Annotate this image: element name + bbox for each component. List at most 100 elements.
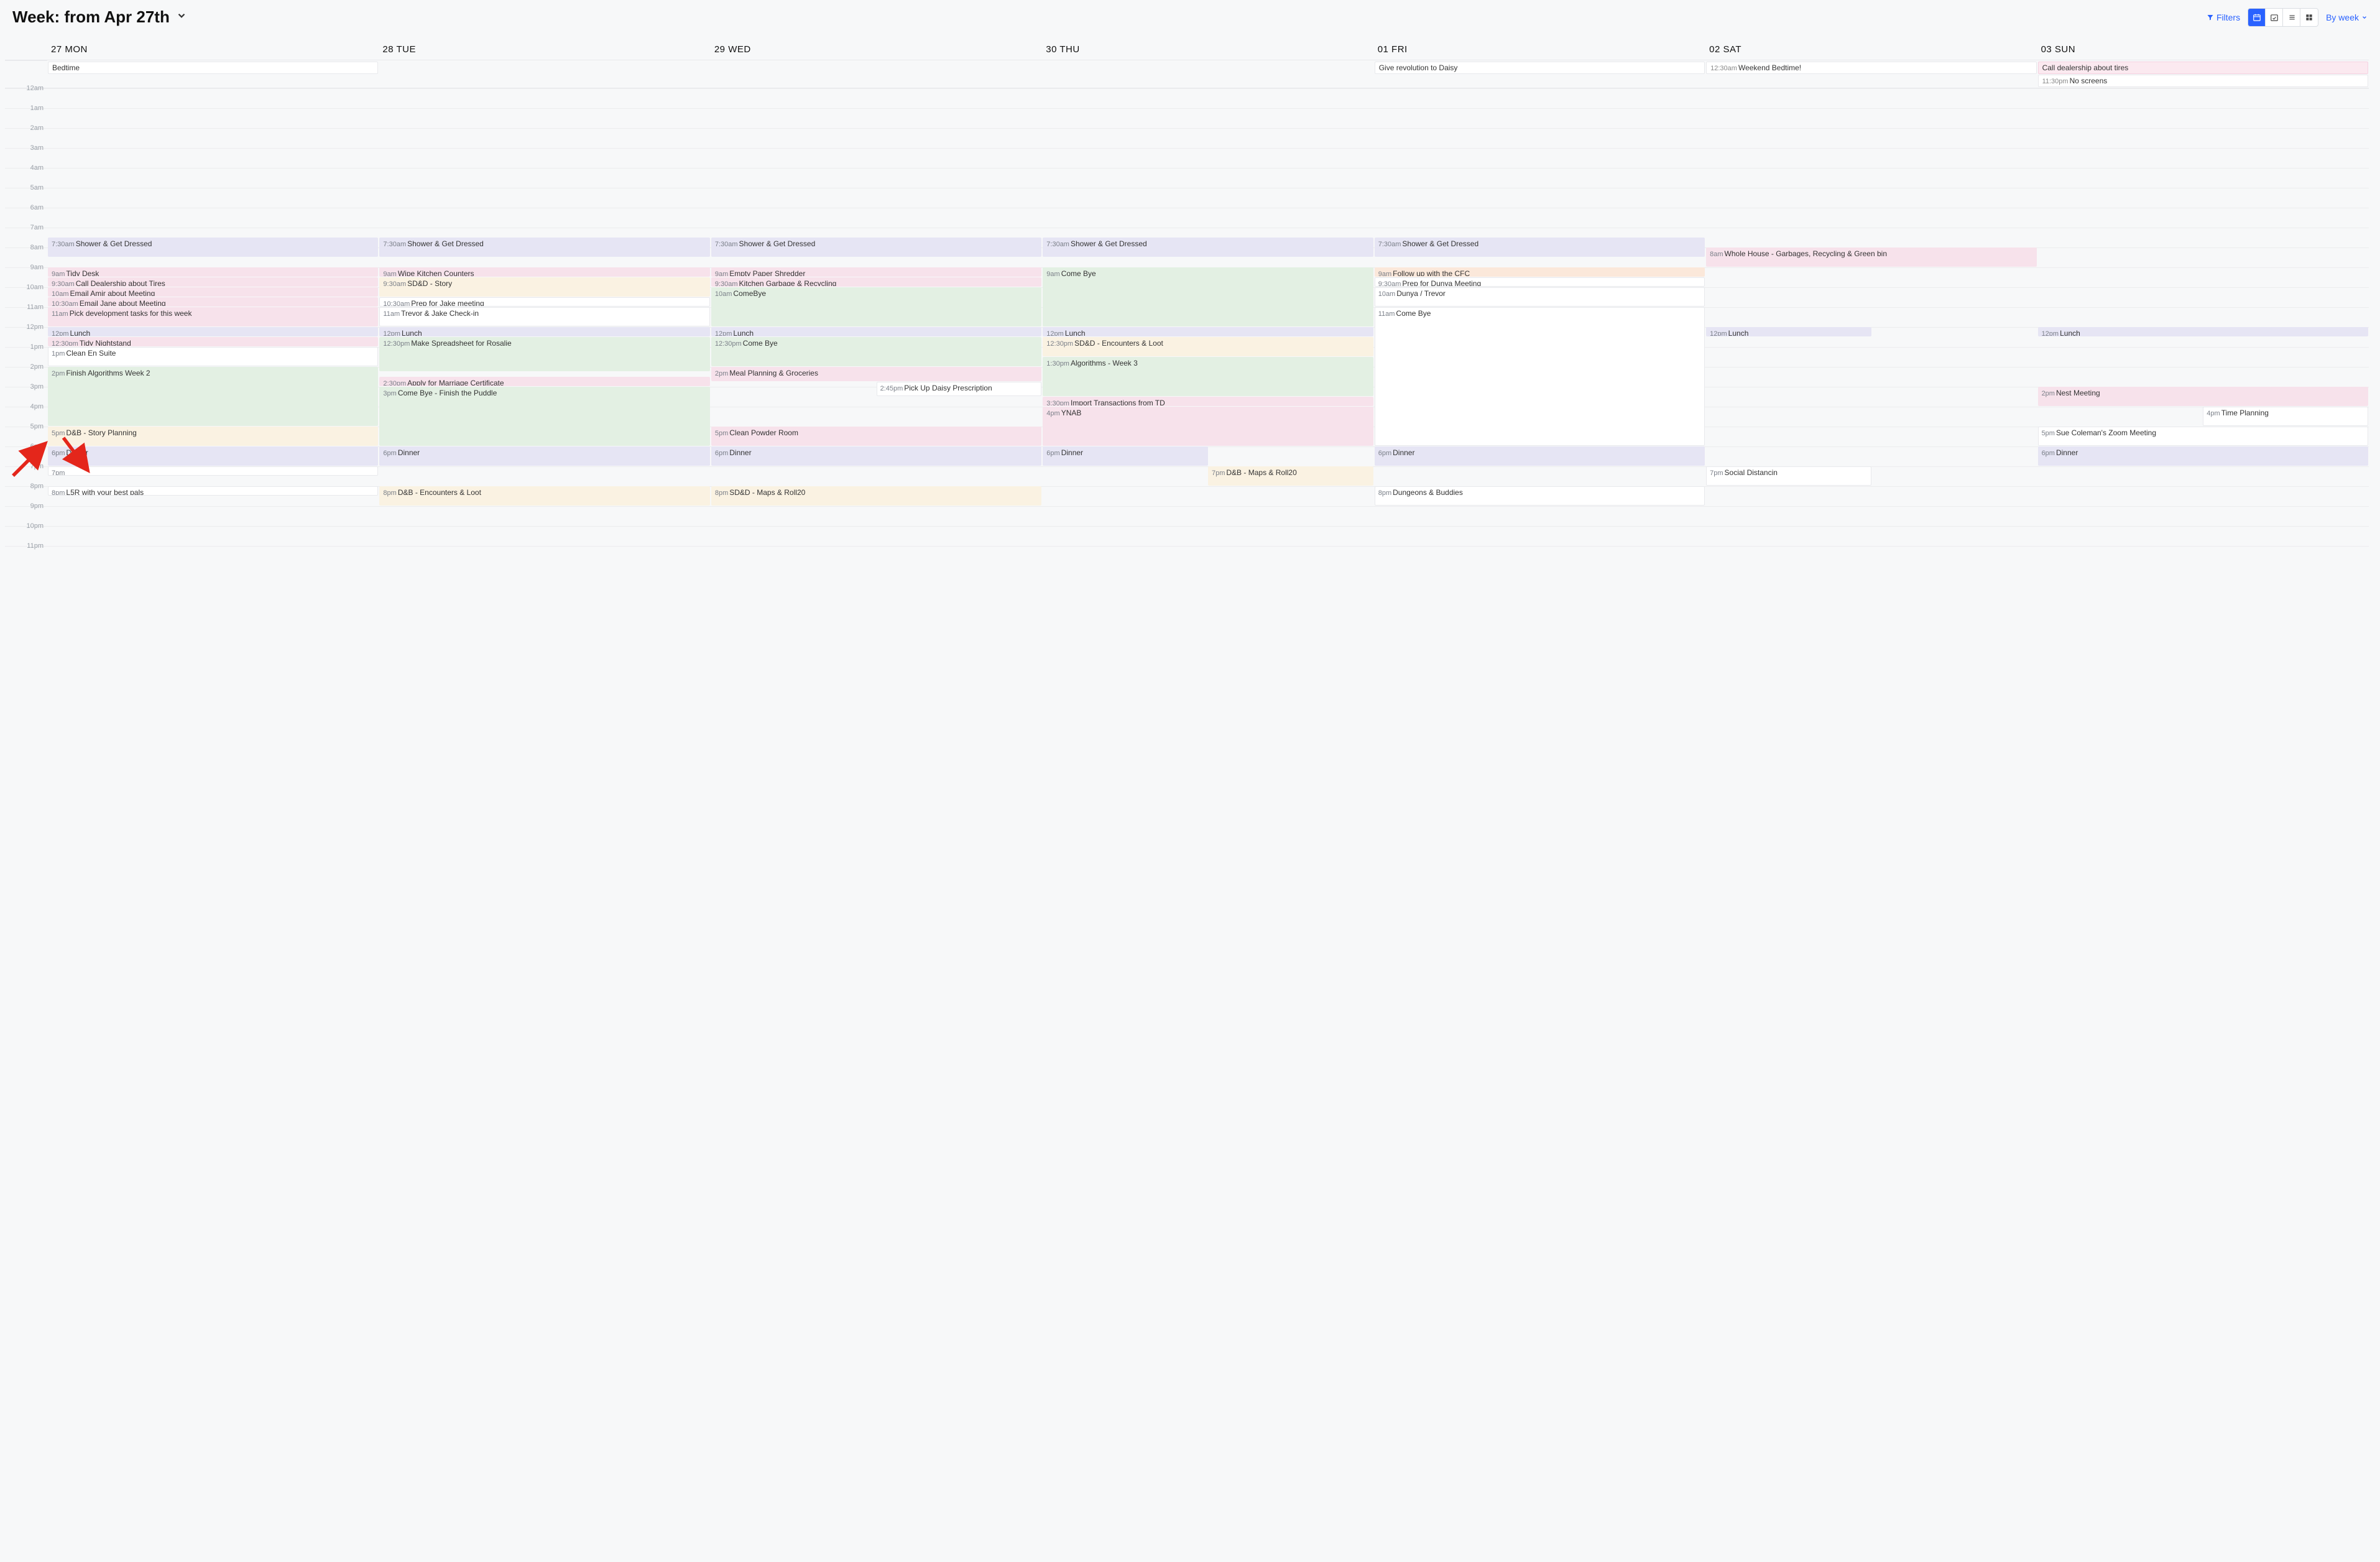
calendar-event[interactable]: 2pmFinish Algorithms Week 2 xyxy=(48,367,378,426)
calendar-event[interactable]: 7:30amShower & Get Dressed xyxy=(711,238,1041,257)
calendar-event[interactable]: 2:30pmApply for Marriage Certificate xyxy=(379,377,709,386)
allday-event[interactable]: Give revolution to Daisy xyxy=(1375,62,1705,74)
title-wrap[interactable]: Week: from Apr 27th xyxy=(12,7,187,27)
byweek-dropdown[interactable]: By week xyxy=(2326,12,2368,22)
day-header[interactable]: 27 MON xyxy=(47,35,379,60)
day-column[interactable]: 7:30amShower & Get Dressed 9amCome Bye12p… xyxy=(1042,88,1373,566)
calendar-event[interactable]: 9amEmpty Paper Shredder xyxy=(711,267,1041,277)
calendar-event[interactable]: 12pmLunch xyxy=(711,327,1041,336)
calendar-event[interactable]: 8pmL5R with your best pals xyxy=(48,486,378,496)
allday-cell[interactable] xyxy=(1042,60,1373,88)
hour-label: 2pm xyxy=(5,363,47,371)
allday-cell[interactable] xyxy=(379,60,710,88)
calendar-event[interactable]: 10:30amEmail Jane about Meeting xyxy=(48,297,378,307)
allday-event[interactable]: 12:30amWeekend Bedtime! xyxy=(1706,62,2036,74)
calendar-event[interactable]: 12:30pmMake Spreadsheet for Rosalie xyxy=(379,337,709,371)
day-column[interactable]: 7:30amShower & Get Dressed 9amEmpty Paper… xyxy=(711,88,1042,566)
allday-cell[interactable]: Bedtime xyxy=(47,60,379,88)
allday-cell[interactable]: 12:30amWeekend Bedtime! xyxy=(1705,60,2037,88)
calendar-event[interactable]: 3pmCome Bye - Finish the Puddle xyxy=(379,387,709,446)
calendar-event[interactable]: 2:45pmPick Up Daisy Prescription xyxy=(877,382,1042,396)
chevron-down-icon[interactable] xyxy=(176,10,187,24)
calendar-body-wrap: 12am1am2am3am4am5am6am7am8am9am10am11am1… xyxy=(5,88,2369,566)
calendar-event[interactable]: 8amWhole House - Garbages, Recycling & G… xyxy=(1706,247,2036,267)
calendar-event[interactable]: 6pmDinner xyxy=(379,446,709,466)
calendar-event[interactable]: 12pmLunch xyxy=(2038,327,2368,336)
view-schedule-button[interactable] xyxy=(2266,9,2283,26)
calendar-event[interactable]: 9amCome Bye xyxy=(1043,267,1373,326)
allday-cell[interactable]: Give revolution to Daisy xyxy=(1374,60,1705,88)
calendar-event[interactable]: 9:30amPrep for Dunya Meeting xyxy=(1375,277,1705,287)
day-header[interactable]: 28 TUE xyxy=(379,35,710,60)
allday-cell[interactable]: Call dealership about tires11:30pmNo scr… xyxy=(2037,60,2369,88)
calendar-event[interactable]: 10amComeBye xyxy=(711,287,1041,326)
calendar-event[interactable]: 6pmDinner xyxy=(711,446,1041,466)
grid-icon xyxy=(2305,13,2313,22)
allday-event[interactable]: 11:30pmNo screens xyxy=(2038,75,2368,87)
hour-label: 10am xyxy=(5,284,47,291)
calendar-event[interactable]: 10amDunya / Trevor xyxy=(1375,287,1705,307)
calendar-event[interactable]: 7:30amShower & Get Dressed xyxy=(48,238,378,257)
calendar-body[interactable]: 12am1am2am3am4am5am6am7am8am9am10am11am1… xyxy=(5,88,2369,566)
calendar-event[interactable]: 9:30amCall Dealership about Tires xyxy=(48,277,378,287)
calendar-event[interactable]: 5pmClean Powder Room xyxy=(711,427,1041,446)
day-header[interactable]: 02 SAT xyxy=(1705,35,2037,60)
calendar-event[interactable]: 12:30pmCome Bye xyxy=(711,337,1041,366)
calendar-event[interactable]: 1pmClean En Suite xyxy=(48,347,378,366)
calendar-event[interactable]: 3:30pmImport Transactions from TD xyxy=(1043,397,1373,406)
day-column[interactable]: 7:30amShower & Get Dressed 9amTidy Desk9:… xyxy=(47,88,379,566)
day-header[interactable]: 03 SUN xyxy=(2037,35,2369,60)
day-column[interactable]: 7:30amShower & Get Dressed 9amWipe Kitche… xyxy=(379,88,710,566)
calendar-event[interactable]: 12pmLunch xyxy=(379,327,709,336)
calendar-event[interactable]: 12pmLunch xyxy=(1043,327,1373,336)
calendar-event[interactable]: 7pmD&B - Maps & Roll20 xyxy=(1208,466,1373,486)
calendar-event[interactable]: 8pmSD&D - Maps & Roll20 xyxy=(711,486,1041,506)
calendar-event[interactable]: 12pmLunch xyxy=(48,327,378,336)
calendar-event[interactable]: 9amWipe Kitchen Counters xyxy=(379,267,709,277)
calendar-event[interactable]: 2pmMeal Planning & Groceries xyxy=(711,367,1041,381)
filters-label: Filters xyxy=(2216,12,2240,22)
day-column[interactable]: 7:30amShower & Get Dressed 9amFollow up w… xyxy=(1374,88,1705,566)
calendar-event[interactable]: 7pmSocial Distancin xyxy=(1706,466,1871,486)
calendar-event[interactable]: 12:30pmTidy Nightstand xyxy=(48,337,378,346)
calendar-event[interactable]: 7:30amShower & Get Dressed xyxy=(379,238,709,257)
view-calendar-button[interactable] xyxy=(2248,9,2266,26)
filters-button[interactable]: Filters xyxy=(2207,12,2240,22)
calendar-event[interactable]: 12pmLunch xyxy=(1706,327,1871,336)
allday-event[interactable]: Bedtime xyxy=(48,62,378,74)
allday-cell[interactable] xyxy=(711,60,1042,88)
calendar-event[interactable]: 7pm xyxy=(48,466,378,476)
calendar-event[interactable]: 5pmD&B - Story Planning xyxy=(48,427,378,446)
calendar-event[interactable]: 11amTrevor & Jake Check-in xyxy=(379,307,709,326)
calendar-event[interactable]: 9amTidy Desk xyxy=(48,267,378,277)
calendar-event[interactable]: 8pmD&B - Encounters & Loot xyxy=(379,486,709,506)
calendar-event[interactable]: 6pmDinner xyxy=(1375,446,1705,466)
calendar-event[interactable]: 9amFollow up with the CFC xyxy=(1375,267,1705,277)
calendar-event[interactable]: 10amEmail Amir about Meeting xyxy=(48,287,378,297)
calendar-event[interactable]: 10:30amPrep for Jake meeting xyxy=(379,297,709,307)
calendar-event[interactable]: 11amCome Bye xyxy=(1375,307,1705,446)
calendar-event[interactable]: 12:30pmSD&D - Encounters & Loot xyxy=(1043,337,1373,356)
allday-event[interactable]: Call dealership about tires xyxy=(2038,62,2368,74)
calendar-event[interactable]: 4pmYNAB xyxy=(1043,407,1373,446)
day-column[interactable]: 8amWhole House - Garbages, Recycling & G… xyxy=(1705,88,2037,566)
view-list-button[interactable] xyxy=(2283,9,2300,26)
day-column[interactable]: 12pmLunch 2pmNest Meeting4pmTime Planning… xyxy=(2037,88,2369,566)
day-header[interactable]: 30 THU xyxy=(1042,35,1373,60)
calendar-event[interactable]: 7:30amShower & Get Dressed xyxy=(1043,238,1373,257)
calendar-event[interactable]: 1:30pmAlgorithms - Week 3 xyxy=(1043,357,1373,396)
calendar-event[interactable]: 6pmDinner xyxy=(1043,446,1208,466)
calendar-event[interactable]: 11amPick development tasks for this week xyxy=(48,307,378,326)
calendar-event[interactable]: 9:30amSD&D - Story xyxy=(379,277,709,297)
day-header[interactable]: 29 WED xyxy=(711,35,1042,60)
calendar-event[interactable]: 7:30amShower & Get Dressed xyxy=(1375,238,1705,257)
calendar-event[interactable]: 2pmNest Meeting xyxy=(2038,387,2368,406)
calendar-event[interactable]: 6pmDinner xyxy=(48,446,378,466)
calendar-event[interactable]: 6pmDinner xyxy=(2038,446,2368,466)
day-header[interactable]: 01 FRI xyxy=(1374,35,1705,60)
calendar-event[interactable]: 9:30amKitchen Garbage & Recycling xyxy=(711,277,1041,287)
calendar-event[interactable]: 4pmTime Planning xyxy=(2203,407,2368,426)
calendar-event[interactable]: 5pmSue Coleman's Zoom Meeting xyxy=(2038,427,2368,446)
calendar-event[interactable]: 8pmDungeons & Buddies xyxy=(1375,486,1705,506)
view-grid-button[interactable] xyxy=(2300,9,2318,26)
